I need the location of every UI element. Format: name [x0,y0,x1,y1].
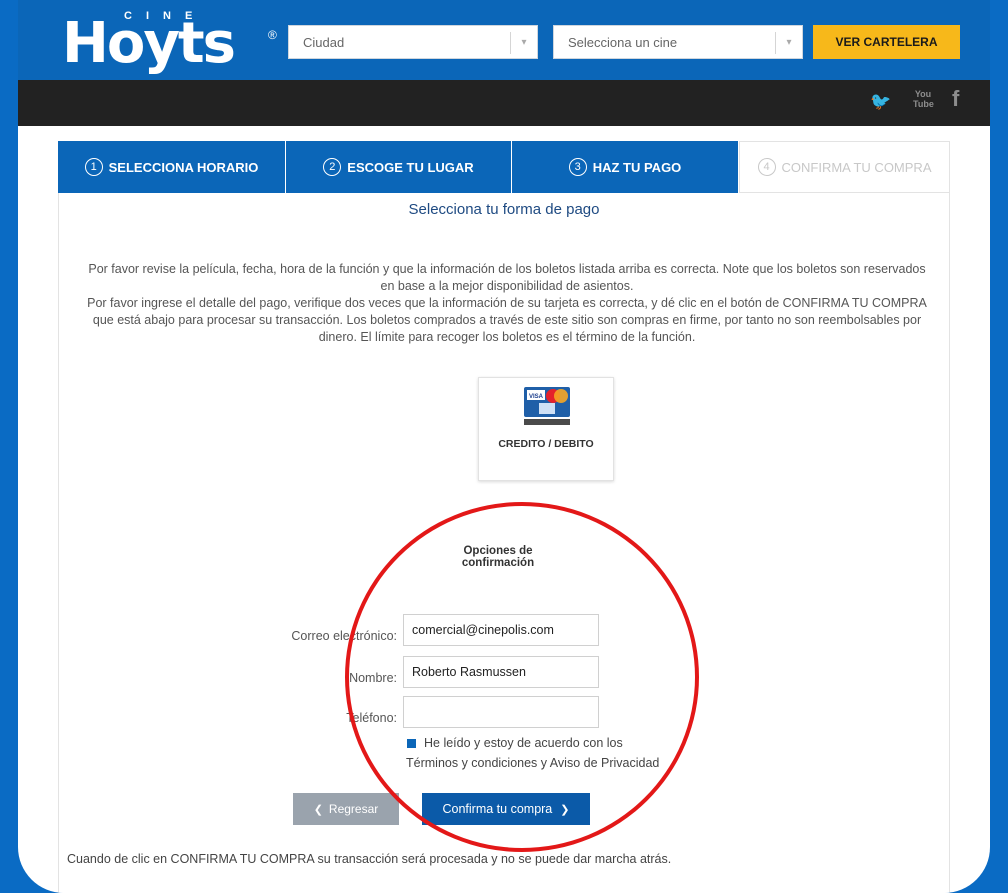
terms-link[interactable]: Términos y condiciones y Aviso de Privac… [406,756,659,770]
email-label: Correo electrónico: [291,629,397,643]
confirmation-options-title: Opciones de confirmación [461,545,535,569]
checkout-steps: 1 SELECCIONA HORARIO 2 ESCOGE TU LUGAR 3… [58,141,950,193]
chevron-right-icon: ❯ [560,804,570,816]
chevron-down-icon: ▾ [510,32,537,54]
terms-line-1: He leído y estoy de acuerdo con los [424,736,623,750]
back-button-label: Regresar [328,802,379,816]
cinema-select[interactable]: Selecciona un cine ▾ [553,25,803,59]
payment-info: Por favor revise la película, fecha, hor… [77,261,937,346]
social-bar: 🐦 You Tube f [18,80,990,126]
step-label: SELECCIONA HORARIO [108,159,259,175]
cinema-select-value: Selecciona un cine [568,35,678,50]
step-number: 1 [84,158,103,176]
phone-label: Teléfono: [346,711,397,725]
footer-note: Cuando de clic en CONFIRMA TU COMPRA su … [67,852,672,866]
name-field[interactable]: Roberto Rasmussen [403,656,599,688]
hoyts-logo[interactable]: CINE Hoyts ® [62,10,277,76]
email-field[interactable]: comercial@cinepolis.com [403,614,599,646]
step-label: ESCOGE TU LUGAR [347,159,474,175]
city-select[interactable]: Ciudad ▾ [288,25,538,59]
credit-debit-label: CREDITO / DEBITO [498,438,594,450]
step-number: 2 [323,158,342,176]
step-label: HAZ TU PAGO [592,159,682,175]
top-header: CINE Hoyts ® Ciudad ▾ Selecciona un cine… [18,0,990,80]
logo-wordmark: Hoyts [62,11,236,76]
chevron-left-icon: ❮ [313,804,323,816]
twitter-icon[interactable]: 🐦 [870,92,891,112]
info-paragraph-1: Por favor revise la película, fecha, hor… [88,262,926,293]
youtube-icon[interactable]: You Tube [913,89,934,109]
step-number: 4 [757,158,776,176]
terms-text: He leído y estoy de acuerdo con los Térm… [406,733,706,773]
step-number: 3 [568,158,587,176]
name-label: Nombre: [349,671,397,685]
svg-text:VISA: VISA [529,394,544,400]
back-button[interactable]: ❮ Regresar [293,793,399,825]
step-choose-seat[interactable]: 2 ESCOGE TU LUGAR [286,141,512,193]
confirm-purchase-button[interactable]: Confirma tu compra ❯ [422,793,590,825]
step-label: CONFIRMA TU COMPRA [781,159,932,175]
main-content: 1 SELECCIONA HORARIO 2 ESCOGE TU LUGAR 3… [58,141,950,893]
confirm-button-label: Confirma tu compra [442,802,553,816]
facebook-icon[interactable]: f [952,86,959,112]
payment-panel: Selecciona tu forma de pago Por favor re… [58,193,950,893]
logo-registered-mark: ® [268,28,277,42]
step-select-time[interactable]: 1 SELECCIONA HORARIO [58,141,286,193]
step-payment[interactable]: 3 HAZ TU PAGO [512,141,739,193]
payment-heading: Selecciona tu forma de pago [408,201,600,218]
ver-cartelera-button[interactable]: VER CARTELERA [813,25,960,59]
city-select-value: Ciudad [303,35,345,50]
info-paragraph-2: Por favor ingrese el detalle del pago, v… [87,296,927,344]
chevron-down-icon: ▾ [775,32,802,54]
step-confirm: 4 CONFIRMA TU COMPRA [739,141,950,193]
page-frame: CINE Hoyts ® Ciudad ▾ Selecciona un cine… [18,0,990,893]
credit-debit-option[interactable]: VISA CREDITO / DEBITO [478,377,614,481]
credit-card-icon: VISA [524,387,570,425]
phone-field[interactable] [403,696,599,728]
